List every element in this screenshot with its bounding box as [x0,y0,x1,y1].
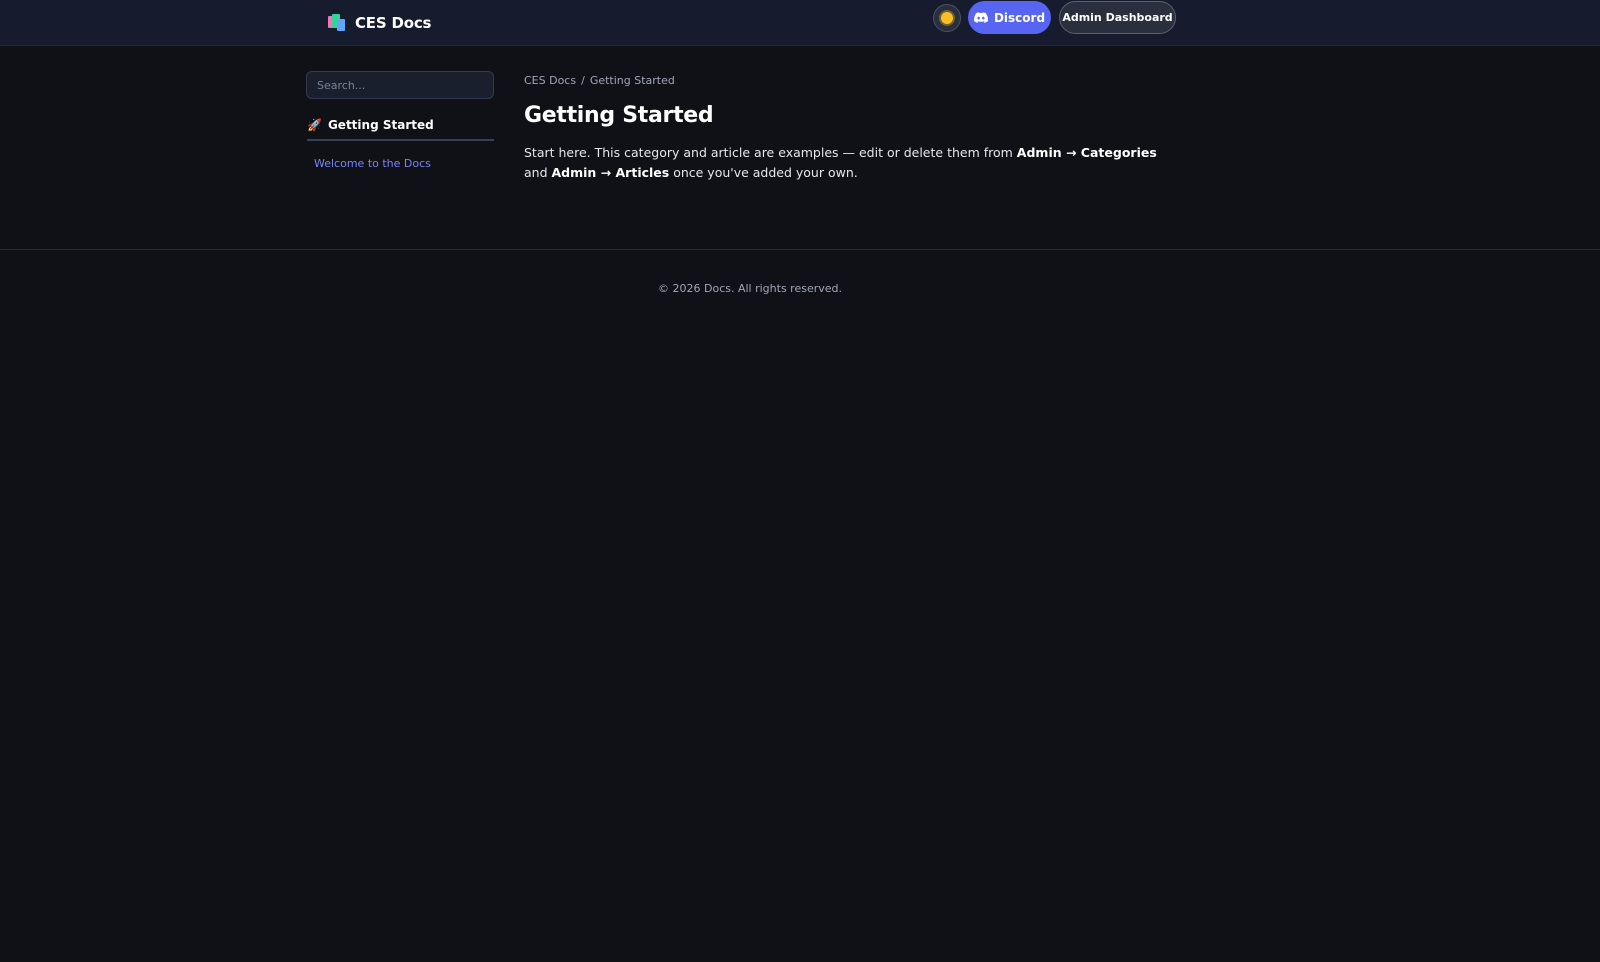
page-title: Getting Started [524,103,714,128]
sidebar-category-title: Getting Started [327,118,434,132]
discord-icon [973,12,988,23]
breadcrumb-separator: / [581,74,585,87]
breadcrumb: CES Docs / Getting Started [524,74,675,87]
discord-button[interactable]: Discord [968,1,1051,34]
theme-toggle-button[interactable] [933,4,961,32]
footer-copyright: © 2026 Docs. All rights reserved. [658,282,842,295]
search-input[interactable] [306,71,494,99]
body-bold-categories: Admin → Categories [1016,145,1157,160]
top-navbar: CES Docs Discord Admin Dashboard [0,0,1600,46]
body-text-2: and [524,164,552,180]
discord-label: Discord [993,10,1046,25]
body-text-3: once you've added your own. [669,164,858,180]
rocket-icon: 🚀 [307,118,322,132]
breadcrumb-item-current: Getting Started [589,74,675,87]
body-bold-articles: Admin → Articles [551,164,670,180]
body-text-1: Start here. This category and article ar… [524,145,1017,160]
footer-divider [0,249,1600,250]
brand-title: CES Docs [355,14,432,32]
sidebar-item-welcome-to-the-docs[interactable]: Welcome to the Docs [314,157,431,170]
admin-dashboard-button[interactable]: Admin Dashboard [1059,1,1176,34]
sun-icon [941,12,953,24]
brand[interactable]: CES Docs [328,9,431,37]
page-body: Start here. This category and article ar… [524,143,1164,182]
breadcrumb-item-home[interactable]: CES Docs [524,74,576,87]
sidebar-category-getting-started[interactable]: 🚀 Getting Started [307,115,494,141]
books-logo-icon [328,14,346,32]
